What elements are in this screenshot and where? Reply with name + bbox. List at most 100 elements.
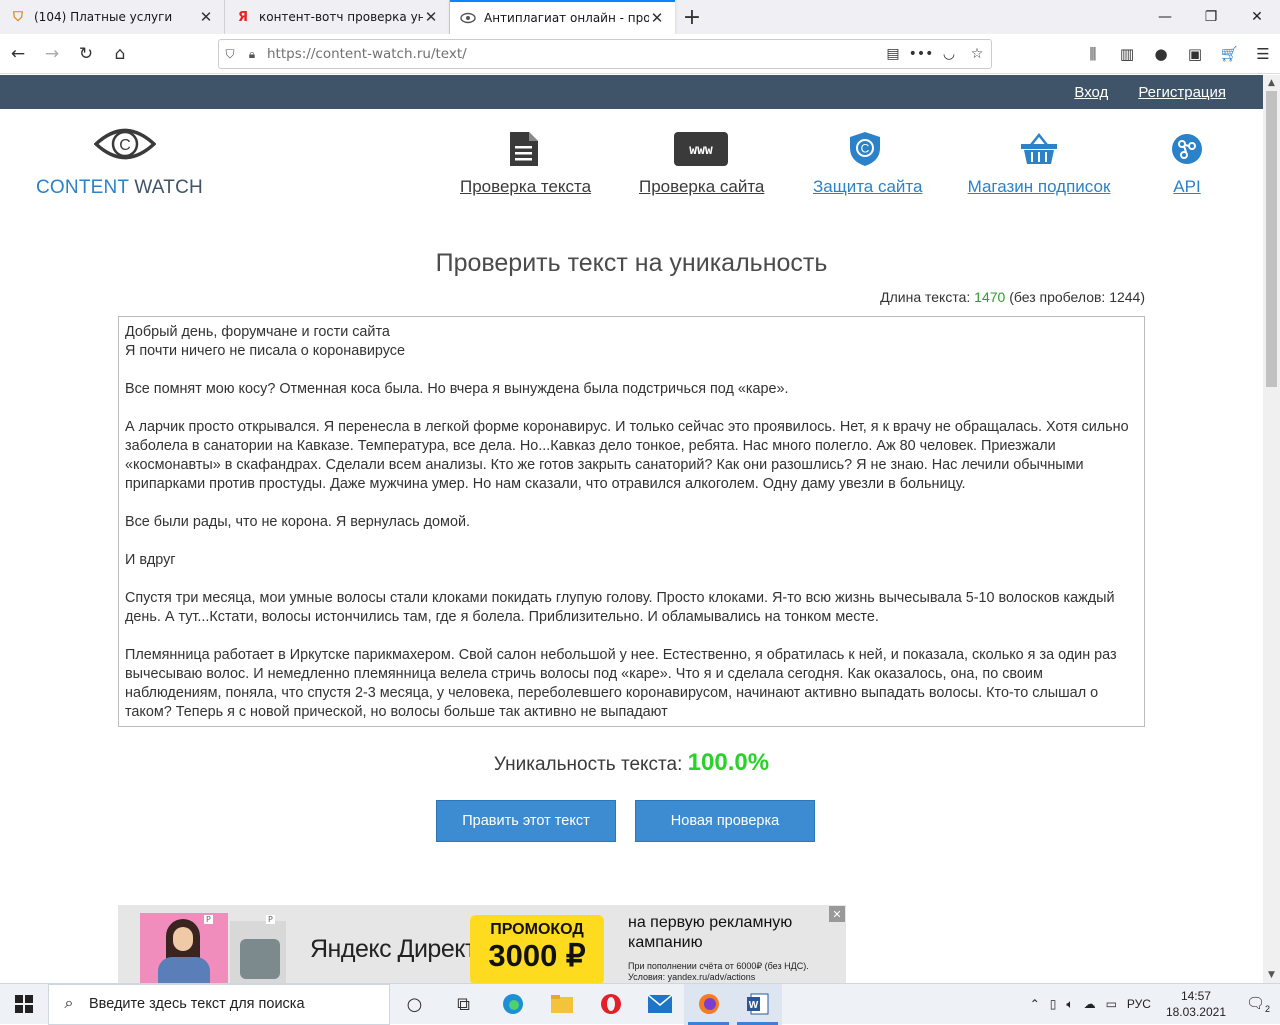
home-icon[interactable]: ⌂ — [104, 38, 136, 70]
ad-small-print: При пополнении счёта от 6000₽ (без НДС).… — [628, 961, 809, 983]
uniqueness-value: 100.0% — [687, 749, 770, 776]
file-explorer-icon[interactable] — [537, 984, 586, 1025]
window-controls: — ❐ ✕ — [1142, 0, 1280, 34]
text-input-area[interactable]: Добрый день, форумчане и гости сайта Я п… — [118, 316, 1145, 727]
ad-close-icon[interactable]: ✕ — [829, 906, 845, 922]
scroll-down-icon[interactable]: ▼ — [1263, 967, 1280, 983]
firefox-icon[interactable] — [684, 983, 733, 1025]
scroll-up-icon[interactable]: ▲ — [1263, 75, 1280, 91]
word-icon[interactable]: W — [733, 983, 782, 1025]
browser-tab-3[interactable]: Антиплагиат онлайн - провер ✕ — [450, 0, 675, 34]
account-icon[interactable]: ● — [1144, 38, 1178, 70]
ad-brand: Яндекс Директ — [310, 935, 476, 963]
notifications-icon[interactable]: 🗨︎2 — [1241, 994, 1275, 1014]
nav-item-site-check[interactable]: www Проверка сайта — [639, 129, 764, 197]
lock-icon[interactable]: 🔒︎ — [241, 47, 263, 62]
page-actions-icon[interactable]: ••• — [907, 46, 935, 62]
browser-tab-bar: ⛉ (104) Платные услуги ✕ Я контент-вотч … — [0, 0, 1280, 34]
windows-taskbar: ⌕ Введите здесь текст для поиска ○ ⧉ W ⌃… — [0, 983, 1280, 1025]
svg-text:C: C — [119, 137, 131, 154]
network-icon[interactable]: ▭ — [1106, 997, 1117, 1011]
taskbar-search-placeholder: Введите здесь текст для поиска — [89, 996, 305, 1012]
logo-word-1: CONTENT — [36, 177, 129, 198]
page-title: Проверить текст на уникальность — [435, 249, 828, 277]
mail-icon[interactable] — [635, 984, 684, 1025]
clock-date: 18.03.2021 — [1165, 1005, 1226, 1019]
close-tab-icon[interactable]: ✕ — [649, 9, 665, 27]
nav-item-subscription-shop[interactable]: Магазин подписок — [966, 129, 1112, 197]
register-link[interactable]: Регистрация — [1138, 84, 1226, 101]
ad-text: на первую рекламную кампанию — [628, 914, 793, 951]
bookmark-star-icon[interactable]: ☆ — [963, 46, 991, 62]
menu-icon[interactable]: ☰ — [1246, 38, 1280, 70]
yandex-icon: Я — [237, 9, 248, 25]
ad-promo-block: ПРОМОКОД 3000 ₽ — [470, 915, 604, 983]
restore-icon[interactable]: ❐ — [1188, 0, 1234, 34]
nav-link-text-check[interactable]: Проверка текста — [460, 177, 591, 196]
forward-icon[interactable]: → — [36, 38, 68, 70]
back-icon[interactable]: ← — [2, 38, 34, 70]
cart-extension-icon[interactable]: 🛒︎ — [1212, 38, 1246, 70]
www-icon: www — [639, 129, 763, 169]
nav-item-text-check[interactable]: Проверка текста — [460, 129, 591, 197]
nav-item-site-protection[interactable]: C Защита сайта — [813, 129, 922, 197]
opera-icon[interactable] — [586, 984, 635, 1025]
sidebar-icon[interactable]: ▥ — [1110, 38, 1144, 70]
browser-tab-2[interactable]: Я контент-вотч проверка уника ✕ — [225, 0, 450, 34]
logo-eye-icon: C — [93, 128, 157, 160]
cortana-icon[interactable]: ○ — [390, 984, 439, 1025]
logo-text: CONTENT WATCH — [36, 177, 226, 199]
nav-item-api[interactable]: API — [1162, 129, 1212, 197]
address-bar[interactable]: ⛉ 🔒︎ https://content-watch.ru/text/ ▤ ••… — [218, 39, 992, 69]
task-view-icon[interactable]: ⧉ — [439, 984, 488, 1025]
reload-icon[interactable]: ↻ — [70, 38, 102, 70]
tab-title: контент-вотч проверка уника — [259, 10, 423, 24]
reader-view-icon[interactable]: ▤ — [879, 46, 907, 62]
new-check-button[interactable]: Новая проверка — [635, 800, 815, 842]
tray-chevron-icon[interactable]: ⌃ — [1030, 997, 1040, 1011]
pocket-icon[interactable]: ◡ — [935, 46, 963, 62]
ad-px-badge: P — [204, 915, 213, 924]
close-tab-icon[interactable]: ✕ — [423, 8, 439, 26]
address-bar-actions: ▤ ••• ◡ ☆ — [879, 46, 991, 62]
url-text[interactable]: https://content-watch.ru/text/ — [267, 46, 467, 62]
ad-small-2: Условия: yandex.ru/adv/actions — [628, 972, 756, 982]
close-tab-icon[interactable]: ✕ — [198, 8, 214, 26]
library-icon[interactable]: ⫼ — [1076, 38, 1110, 70]
main-nav: Проверка текста www Проверка сайта C Защ… — [440, 129, 1240, 219]
language-indicator[interactable]: РУС — [1127, 997, 1151, 1011]
page-scrollbar[interactable]: ▲ ▼ — [1263, 75, 1280, 983]
svg-text:www: www — [689, 143, 713, 158]
basket-icon — [966, 129, 1112, 169]
length-rest: (без пробелов: 1244) — [1005, 289, 1145, 305]
onedrive-icon[interactable]: ☁ — [1084, 997, 1096, 1011]
nav-link-api[interactable]: API — [1173, 177, 1200, 196]
clock[interactable]: 14:57 18.03.2021 — [1166, 988, 1226, 1020]
windows-start-icon[interactable] — [0, 984, 48, 1025]
tray-device-icon[interactable]: ▯ — [1050, 997, 1057, 1011]
site-logo[interactable]: C CONTENT WATCH — [36, 123, 226, 199]
close-window-icon[interactable]: ✕ — [1234, 0, 1280, 34]
svg-text:C: C — [861, 142, 870, 156]
length-value: 1470 — [974, 289, 1006, 305]
nav-link-site-protection[interactable]: Защита сайта — [813, 177, 922, 196]
login-link[interactable]: Вход — [1074, 84, 1108, 101]
url-path: /text/ — [430, 46, 467, 62]
volume-icon[interactable]: 🔈︎ — [1066, 997, 1073, 1012]
ad-promo-line2: 3000 ₽ — [488, 938, 586, 973]
site-header: C CONTENT WATCH Проверка текста www Пров… — [0, 109, 1263, 229]
nav-link-subscription-shop[interactable]: Магазин подписок — [968, 177, 1111, 196]
extension-icon[interactable]: ▣ — [1178, 38, 1212, 70]
length-label: Длина текста: — [880, 289, 975, 305]
nav-link-site-check[interactable]: Проверка сайта — [639, 177, 764, 196]
edge-icon[interactable] — [488, 984, 537, 1025]
taskbar-search[interactable]: ⌕ Введите здесь текст для поиска — [48, 983, 390, 1025]
browser-tab-1[interactable]: ⛉ (104) Платные услуги ✕ — [0, 0, 225, 34]
tracking-shield-icon[interactable]: ⛉ — [219, 47, 241, 62]
new-tab-button[interactable]: + — [675, 0, 709, 34]
minimize-icon[interactable]: — — [1142, 0, 1188, 34]
ad-banner[interactable]: P P Яндекс Директ ПРОМОКОД 3000 ₽ на пер… — [118, 905, 846, 983]
edit-text-button[interactable]: Править этот текст — [436, 800, 616, 842]
scroll-thumb[interactable] — [1266, 91, 1277, 387]
top-strip: Вход Регистрация — [0, 75, 1263, 109]
